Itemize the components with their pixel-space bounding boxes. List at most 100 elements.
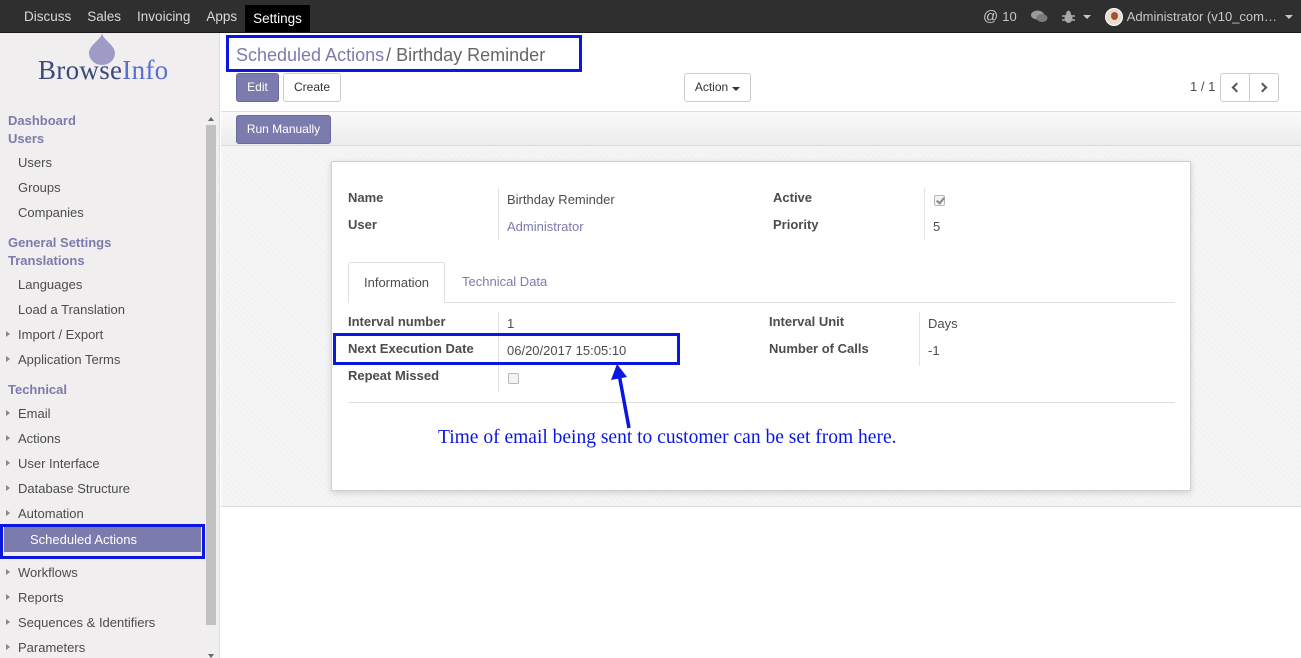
number-of-calls-value: -1 xyxy=(928,343,940,358)
sidebar-item-groups[interactable]: Groups xyxy=(18,180,61,195)
expand-triangle-icon[interactable] xyxy=(6,485,10,491)
company-logo[interactable]: BrowseInfo xyxy=(38,33,188,93)
chevron-right-icon xyxy=(1257,82,1268,93)
pager-value: 1 / 1 xyxy=(1190,79,1216,94)
expand-triangle-icon[interactable] xyxy=(6,644,10,650)
logo-text: BrowseInfo xyxy=(38,55,168,86)
mentions-count: 10 xyxy=(1002,9,1017,24)
expand-triangle-icon[interactable] xyxy=(6,356,10,362)
number-of-calls-label: Number of Calls xyxy=(769,341,869,356)
active-checkbox xyxy=(934,195,945,206)
sidebar: BrowseInfo Dashboard Users Users Groups … xyxy=(0,33,220,658)
user-menu[interactable]: Administrator (v10_com… xyxy=(1104,7,1293,26)
expand-triangle-icon[interactable] xyxy=(6,594,10,600)
chevron-down-icon xyxy=(732,87,741,91)
logo-text-info: Info xyxy=(122,55,169,85)
sidebar-item-parameters[interactable]: Parameters xyxy=(18,640,85,655)
repeat-missed-label: Repeat Missed xyxy=(348,368,440,383)
scroll-up-icon[interactable] xyxy=(208,117,214,121)
sidebar-item-email[interactable]: Email xyxy=(18,406,51,421)
mentions-counter[interactable]: @ 10 xyxy=(983,8,1017,25)
interval-unit-value: Days xyxy=(928,316,958,331)
at-icon: @ xyxy=(983,8,999,25)
sidebar-item-actions[interactable]: Actions xyxy=(18,431,61,446)
control-panel: Scheduled Actions / Birthday Reminder Edit… xyxy=(221,33,1301,111)
pager-previous-button[interactable] xyxy=(1220,73,1250,102)
name-value: Birthday Reminder xyxy=(507,192,615,207)
action-label: Action xyxy=(694,80,729,94)
sidebar-item-load-translation[interactable]: Load a Translation xyxy=(18,302,125,317)
top-navbar: Discuss Sales Invoicing Apps Settings @ … xyxy=(0,0,1301,33)
highlight-box-breadcrumb xyxy=(226,35,582,72)
sidebar-head-technical[interactable]: Technical xyxy=(8,382,67,397)
field-divider xyxy=(924,188,925,240)
name-label: Name xyxy=(348,190,384,205)
create-button[interactable]: Create xyxy=(283,73,341,102)
repeat-missed-checkbox xyxy=(508,373,519,384)
form-separator xyxy=(348,402,1175,403)
expand-triangle-icon[interactable] xyxy=(6,435,10,441)
interval-unit-label: Interval Unit xyxy=(769,314,845,329)
sidebar-item-users[interactable]: Users xyxy=(18,155,52,170)
pager-next-button[interactable] xyxy=(1249,73,1279,102)
scrollbar-thumb[interactable] xyxy=(206,125,216,625)
sidebar-scrollbar[interactable] xyxy=(205,115,217,658)
menu-discuss[interactable]: Discuss xyxy=(16,0,79,33)
sidebar-head-general-settings[interactable]: General Settings xyxy=(8,235,111,250)
chevron-down-icon xyxy=(1285,14,1293,19)
expand-triangle-icon[interactable] xyxy=(6,619,10,625)
app-menu: Discuss Sales Invoicing Apps Settings xyxy=(16,0,310,33)
run-manually-button[interactable]: Run Manually xyxy=(236,115,331,144)
menu-sales[interactable]: Sales xyxy=(79,0,129,33)
sidebar-item-database-structure[interactable]: Database Structure xyxy=(18,481,130,496)
chat-icon xyxy=(1030,10,1048,22)
chevron-down-icon xyxy=(1082,14,1091,19)
interval-number-label: Interval number xyxy=(348,314,446,329)
scroll-down-icon[interactable] xyxy=(208,654,214,658)
systray: @ 10 Administrator (v10_com… xyxy=(983,0,1293,33)
priority-label: Priority xyxy=(773,217,819,232)
sidebar-head-translations[interactable]: Translations xyxy=(8,253,85,268)
tab-information[interactable]: Information xyxy=(348,262,446,303)
chat-button[interactable] xyxy=(1030,10,1048,23)
active-label: Active xyxy=(773,190,813,205)
sidebar-item-user-interface[interactable]: User Interface xyxy=(18,456,100,471)
action-dropdown[interactable]: Action xyxy=(684,73,751,102)
form-statusbar: Run Manually xyxy=(221,111,1301,146)
priority-value: 5 xyxy=(933,219,941,234)
expand-triangle-icon[interactable] xyxy=(6,410,10,416)
annotation-text: Time of email being sent to customer can… xyxy=(438,427,897,448)
menu-settings[interactable]: Settings xyxy=(245,4,310,32)
sidebar-head-dashboard[interactable]: Dashboard xyxy=(8,113,76,128)
annotation-arrow-icon xyxy=(611,364,631,429)
highlight-box-sidebar xyxy=(0,524,205,559)
field-divider xyxy=(498,188,499,240)
user-label: User xyxy=(348,217,377,232)
avatar xyxy=(1104,7,1123,26)
sidebar-item-workflows[interactable]: Workflows xyxy=(18,565,78,580)
user-value-link[interactable]: Administrator xyxy=(507,219,584,234)
bug-icon xyxy=(1061,10,1075,23)
sidebar-item-languages[interactable]: Languages xyxy=(18,277,82,292)
menu-apps[interactable]: Apps xyxy=(198,0,245,33)
expand-triangle-icon[interactable] xyxy=(6,510,10,516)
sidebar-item-import-export[interactable]: Import / Export xyxy=(18,327,103,342)
expand-triangle-icon[interactable] xyxy=(6,331,10,337)
sidebar-item-automation[interactable]: Automation xyxy=(18,506,84,521)
menu-invoicing[interactable]: Invoicing xyxy=(129,0,198,33)
interval-number-value: 1 xyxy=(507,316,515,331)
edit-button[interactable]: Edit xyxy=(236,73,279,102)
sidebar-head-users[interactable]: Users xyxy=(8,131,44,146)
sidebar-item-application-terms[interactable]: Application Terms xyxy=(18,352,120,367)
sidebar-item-companies[interactable]: Companies xyxy=(18,205,84,220)
field-divider xyxy=(919,312,920,366)
tab-technical-data[interactable]: Technical Data xyxy=(447,262,562,303)
sidebar-item-reports[interactable]: Reports xyxy=(18,590,64,605)
user-name: Administrator (v10_com… xyxy=(1126,9,1277,24)
logo-text-browse: Browse xyxy=(38,55,123,85)
expand-triangle-icon[interactable] xyxy=(6,569,10,575)
debug-button[interactable] xyxy=(1061,10,1091,24)
expand-triangle-icon[interactable] xyxy=(6,460,10,466)
sidebar-item-sequences[interactable]: Sequences & Identifiers xyxy=(18,615,155,630)
chevron-left-icon xyxy=(1231,82,1242,93)
